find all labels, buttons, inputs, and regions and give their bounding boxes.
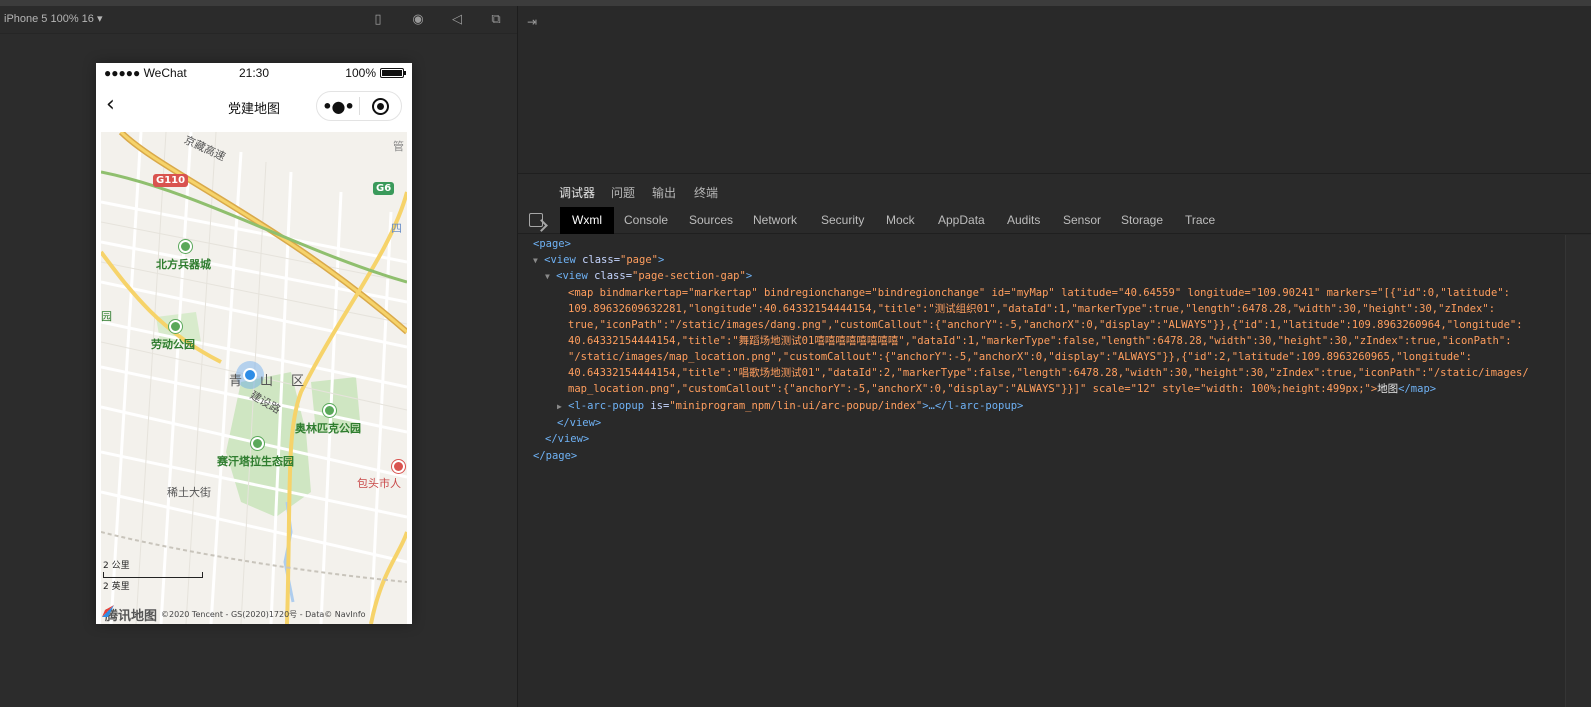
dock-toggle-icon[interactable]: ⇥ — [527, 15, 537, 29]
wxml-map-line: 109.89632609632281,"longitude":40.643321… — [568, 303, 1496, 315]
map-label-baotou: 包头市人 — [357, 477, 401, 490]
collapse-arrow-icon[interactable]: ▼ — [533, 256, 538, 265]
tab-debugger[interactable]: 调试器 — [559, 184, 596, 209]
phone-icon[interactable]: ▯ — [370, 12, 386, 28]
tab-network[interactable]: Network — [753, 213, 797, 227]
tab-security[interactable]: Security — [821, 213, 864, 227]
highway-jingzang — [101, 170, 407, 284]
inspect-element-icon[interactable] — [529, 213, 543, 227]
poi-icon — [392, 460, 405, 473]
record-icon[interactable]: ◉ — [410, 12, 426, 28]
map-label-guan: 管 — [393, 140, 404, 153]
scale-mi: 2 英里 — [103, 582, 130, 592]
battery-icon — [380, 68, 406, 78]
wxml-map-line: "/static/images/map_location.png","custo… — [568, 351, 1472, 363]
wxml-node-view-page[interactable]: ▼ <view class="page"> — [533, 253, 664, 269]
devtools-sub-tabs: Wxml Console Sources Network Security Mo… — [518, 207, 1591, 234]
map-label-beifang: 北方兵器城 — [156, 258, 211, 271]
battery-status: 100% — [345, 66, 406, 80]
simulator-toolbar: iPhone 5 100% 16 ▾ ▯ ◉ ◁ ⧉ — [0, 6, 517, 34]
wxml-map-line: 40.64332154444154,"title":"舞蹈场地测试01嘻嘻嘻嘻嘻… — [568, 335, 1512, 347]
wxml-node-view-gap[interactable]: ▼ <view class="page-section-gap"> — [545, 269, 752, 285]
tab-problems[interactable]: 问题 — [611, 184, 635, 201]
more-dots-icon[interactable]: •●• — [317, 97, 359, 116]
map-label-si: 四 — [391, 222, 402, 235]
map-label-aolinpike: 奥林匹克公园 — [295, 422, 361, 435]
wxml-scrollbar[interactable] — [1565, 235, 1591, 707]
tab-appdata[interactable]: AppData — [938, 213, 985, 227]
debug-panel-tabs: 调试器 问题 输出 终端 — [518, 173, 1591, 209]
road-shield-g6: G6 — [373, 182, 395, 195]
map-copyright: ©2020 Tencent - GS(2020)1720号 - Data© Na… — [161, 609, 366, 619]
map-label-xitu: 稀土大街 — [167, 486, 211, 499]
tab-trace[interactable]: Trace — [1185, 213, 1215, 227]
battery-percent: 100% — [345, 66, 376, 80]
tab-terminal[interactable]: 终端 — [694, 184, 718, 201]
wxml-map-line: 40.64332154444154,"title":"唱歌场地测试01","da… — [568, 367, 1529, 379]
scale-km: 2 公里 — [103, 561, 130, 571]
wxml-node-arc-popup[interactable]: ▶ <l-arc-popup is="miniprogram_npm/lin-u… — [557, 399, 1023, 415]
multi-window-icon[interactable]: ⧉ — [488, 12, 504, 28]
devtools-panel: ⇥ 调试器 问题 输出 终端 Wxml Console Sources Netw… — [517, 6, 1591, 707]
tab-output[interactable]: 输出 — [652, 184, 676, 201]
park-icon — [169, 320, 182, 333]
close-target-icon[interactable] — [360, 97, 401, 115]
wxml-node-page[interactable]: <page> — [533, 237, 571, 253]
scale-bar — [103, 572, 203, 578]
map-label-laodong: 劳动公园 — [151, 338, 195, 351]
phone-screen: ●●●●● WeChat 21:30 100% ‹ 党建地图 •●• 京藏高速 … — [96, 63, 412, 624]
map-view[interactable]: 京藏高速 G110 G6 管 四 北方兵器城 园 劳动公园 青山区 建设路 奥林… — [101, 132, 407, 624]
wxml-close-page: </page> — [533, 450, 578, 462]
device-selector[interactable]: iPhone 5 100% 16 ▾ — [4, 12, 102, 25]
simulator-panel: iPhone 5 100% 16 ▾ ▯ ◉ ◁ ⧉ ●●●●● WeChat … — [0, 6, 517, 707]
wxml-map-line: map_location.png","customCallout":{"anch… — [568, 383, 1437, 395]
menu-capsule: •●• — [316, 91, 402, 121]
map-label-yuan: 园 — [101, 310, 112, 323]
collapse-arrow-icon[interactable]: ▼ — [545, 272, 550, 281]
wxml-tree: <page> ▼ <view class="page"> ▼ <view cla… — [518, 235, 1566, 707]
wxml-map-line: true,"iconPath":"/static/images/dang.png… — [568, 319, 1523, 331]
tab-console[interactable]: Console — [624, 213, 668, 227]
tab-sources[interactable]: Sources — [689, 213, 733, 227]
park-icon — [323, 404, 336, 417]
map-scale: 2 公里 2 英里 — [103, 558, 203, 592]
map-label-saihan: 赛汗塔拉生态园 — [217, 455, 294, 468]
park-icon — [251, 437, 264, 450]
tencent-map-logo-icon — [102, 605, 114, 617]
poi-icon — [179, 240, 192, 253]
tab-audits[interactable]: Audits — [1007, 213, 1040, 227]
tab-mock[interactable]: Mock — [886, 213, 915, 227]
volume-icon[interactable]: ◁ — [449, 12, 465, 28]
tab-sensor[interactable]: Sensor — [1063, 213, 1101, 227]
wxml-close-view: </view> — [557, 417, 602, 429]
road-shield-g110: G110 — [153, 174, 189, 187]
highway-g110 — [118, 132, 407, 335]
wxml-map-line[interactable]: <map bindmarkertap="markertap" bindregio… — [568, 286, 1510, 302]
map-label-qingshan: 青山区 — [229, 374, 323, 389]
map-attribution: 腾讯地图 ©2020 Tencent - GS(2020)1720号 - Dat… — [101, 604, 407, 624]
expand-arrow-icon[interactable]: ▶ — [557, 402, 562, 411]
status-bar: ●●●●● WeChat 21:30 100% — [96, 63, 412, 85]
tab-wxml[interactable]: Wxml — [560, 207, 614, 234]
wxml-close-view: </view> — [545, 433, 590, 445]
nav-bar: ‹ 党建地图 •●• — [96, 85, 412, 127]
tab-storage[interactable]: Storage — [1121, 213, 1163, 227]
